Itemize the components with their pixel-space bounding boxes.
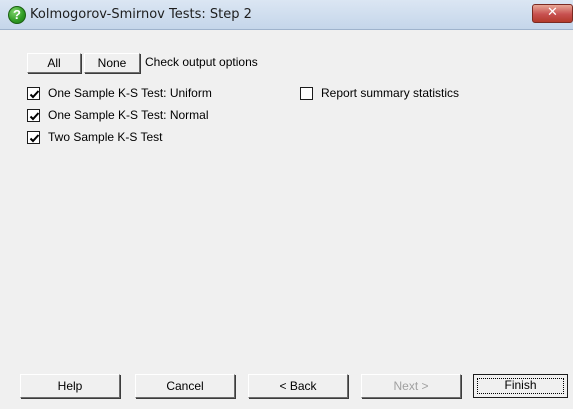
help-button-label: Help — [57, 379, 83, 393]
close-button[interactable]: ✕ — [532, 4, 573, 23]
cancel-button-label: Cancel — [166, 379, 204, 393]
title-bar: ? Kolmogorov-Smirnov Tests: Step 2 ✕ — [0, 0, 573, 30]
back-button[interactable]: < Back — [248, 374, 348, 398]
focus-rectangle — [477, 378, 564, 394]
dialog-window: ? Kolmogorov-Smirnov Tests: Step 2 ✕ All… — [0, 0, 573, 409]
checkbox-label: One Sample K-S Test: Normal — [48, 108, 209, 122]
checkbox-label: One Sample K-S Test: Uniform — [48, 86, 212, 100]
checkbox-box[interactable] — [27, 130, 40, 144]
select-none-button[interactable]: None — [84, 53, 140, 73]
checkbox-label: Two Sample K-S Test — [48, 130, 163, 144]
select-all-button[interactable]: All — [27, 53, 81, 73]
checkbox-label: Report summary statistics — [321, 86, 460, 100]
cancel-button[interactable]: Cancel — [135, 374, 235, 398]
checkbox-box[interactable] — [27, 86, 40, 100]
checkbox-two-sample-test[interactable]: Two Sample K-S Test — [27, 129, 163, 145]
checkbox-normal-test[interactable]: One Sample K-S Test: Normal — [27, 107, 209, 123]
output-options-heading: Check output options — [145, 55, 258, 69]
help-button[interactable]: Help — [20, 374, 120, 398]
checkbox-box[interactable] — [300, 86, 313, 100]
next-button-label: Next > — [393, 379, 429, 393]
back-button-label: < Back — [279, 379, 317, 393]
dialog-content: All None Check output options One Sample… — [0, 30, 573, 409]
window-title: Kolmogorov-Smirnov Tests: Step 2 — [30, 7, 252, 22]
finish-button[interactable]: Finish — [473, 374, 568, 398]
checkbox-uniform-test[interactable]: One Sample K-S Test: Uniform — [27, 85, 212, 101]
checkbox-box[interactable] — [27, 108, 40, 122]
next-button[interactable]: Next > — [361, 374, 461, 398]
checkbox-summary-statistics[interactable]: Report summary statistics — [300, 85, 459, 101]
help-icon: ? — [8, 6, 26, 24]
